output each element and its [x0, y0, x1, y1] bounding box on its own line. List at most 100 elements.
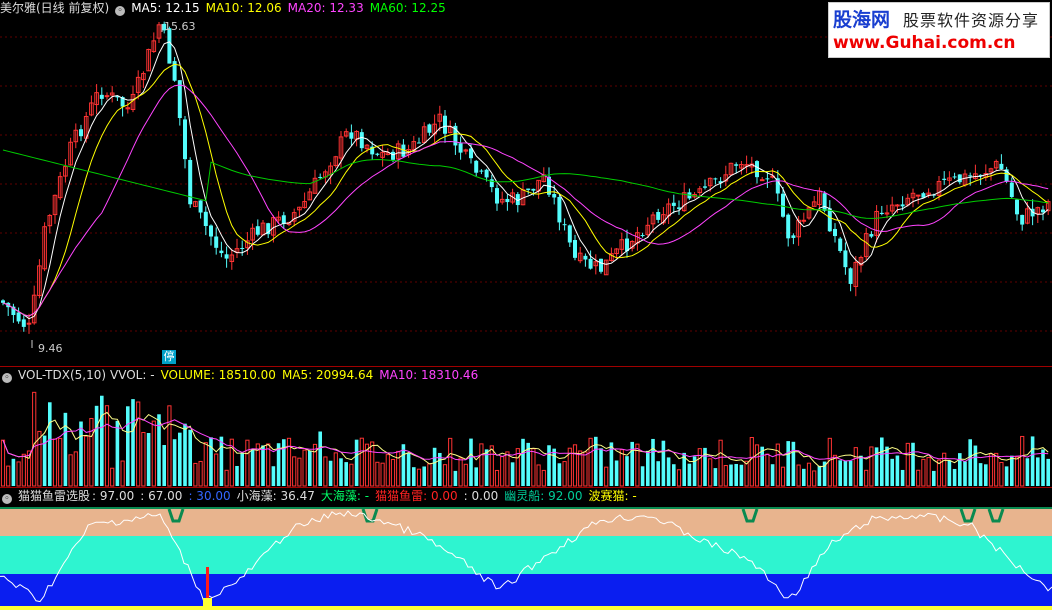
volume-bar [978, 463, 983, 486]
candle-body [567, 225, 572, 243]
volume-bar [89, 417, 94, 487]
volume-bar [250, 448, 255, 486]
logo-url: www.Guhai.com.cn [833, 33, 1016, 53]
volume-bar [1004, 466, 1009, 486]
volume-bar [557, 463, 562, 486]
volume-bar [344, 462, 348, 486]
volume-bar [599, 448, 603, 486]
volume-bar [932, 470, 936, 486]
candle-body [203, 211, 208, 226]
volume-bar [729, 464, 733, 486]
candle-body [255, 226, 260, 235]
volume-bar [656, 461, 660, 486]
volume-bar [994, 452, 999, 487]
volume-bar [58, 437, 63, 487]
candle-body [827, 208, 832, 232]
ma20-line [2, 84, 1049, 317]
volume-bar [245, 439, 250, 487]
volume-bar [1014, 456, 1020, 487]
volume-bar [853, 447, 858, 487]
volume-bar [167, 405, 172, 487]
candle-body [495, 188, 499, 204]
candle-body [531, 188, 536, 191]
volume-bar [73, 451, 78, 487]
volume-bar [552, 448, 556, 486]
volume-bar [880, 437, 884, 486]
volume-bar [16, 461, 21, 487]
candle-body [183, 119, 187, 160]
volume-bar [266, 443, 271, 487]
candle-body [99, 94, 104, 99]
volume-bar [796, 464, 801, 487]
volume-bar [676, 469, 682, 487]
volume-bar [625, 456, 629, 486]
volume-bar [947, 460, 952, 486]
volume-bar [79, 421, 83, 486]
candle-body [198, 200, 203, 213]
volume-bar [146, 433, 151, 486]
volume-bar [812, 470, 817, 487]
ind-maomao: 猫猫鱼雷: 0.00 [375, 489, 458, 503]
candle-body [588, 258, 593, 269]
candle-body [640, 235, 645, 237]
candle-body [214, 236, 219, 248]
candle-body [458, 143, 463, 153]
volume-bar [68, 454, 73, 487]
vol-ma10-label: MA10: 18310.46 [379, 368, 479, 382]
candle-body [427, 124, 432, 133]
volume-bar [895, 455, 900, 486]
volume-bar [308, 450, 312, 486]
volume-bar [916, 469, 921, 487]
candle-body [759, 179, 765, 182]
volume-bar [469, 438, 473, 486]
volume-bar [843, 460, 848, 486]
volume-bar [640, 466, 645, 486]
volume-bar [94, 405, 99, 486]
ma20-label: MA20: 12.33 [287, 1, 364, 15]
volume-bar [583, 451, 588, 487]
volume-bar [422, 466, 426, 486]
volume-bar [1010, 455, 1014, 486]
candle-body [359, 132, 364, 149]
volume-bar [988, 453, 994, 487]
volume-bar [380, 462, 385, 487]
volume-bar [521, 438, 525, 486]
volume-bar [968, 439, 972, 486]
volume-bar [547, 445, 551, 486]
indicator-gap [0, 504, 1052, 506]
volume-bar [754, 444, 760, 487]
volume-bar [188, 429, 192, 486]
volume-bar [536, 464, 541, 487]
volume-bar [885, 446, 889, 486]
volume-bar [604, 466, 609, 487]
volume-bar [302, 449, 307, 487]
candle-body [484, 169, 489, 178]
ind-v4: : 0.00 [463, 489, 499, 503]
settings-circle-icon[interactable]: ◦ [115, 6, 126, 16]
volume-bar [780, 466, 786, 487]
volume-bar [463, 463, 468, 487]
volume-bar [963, 461, 967, 486]
candle-body [734, 164, 739, 166]
volume-bar [136, 401, 141, 487]
candle-body [671, 202, 676, 206]
volume-bar [911, 442, 915, 486]
settings-circle-icon[interactable]: ◦ [2, 494, 12, 504]
volume-bar [141, 431, 146, 487]
candle-body [765, 178, 770, 180]
volume-bar [261, 445, 265, 486]
volume-bar [588, 437, 593, 487]
zone-band-bottom [0, 606, 1052, 610]
settings-circle-icon[interactable]: ◦ [2, 373, 12, 383]
volume-bar [999, 461, 1004, 487]
volume-bar [339, 458, 343, 486]
volume-bar [744, 460, 749, 487]
volume-bar [474, 467, 478, 486]
candle-body [349, 132, 354, 139]
volume-bar [1030, 436, 1035, 486]
volume-bar [416, 468, 422, 487]
volume-bar [749, 437, 754, 487]
volume-bar [531, 448, 536, 487]
volume-bar [541, 469, 546, 487]
volume-bar [328, 460, 333, 486]
